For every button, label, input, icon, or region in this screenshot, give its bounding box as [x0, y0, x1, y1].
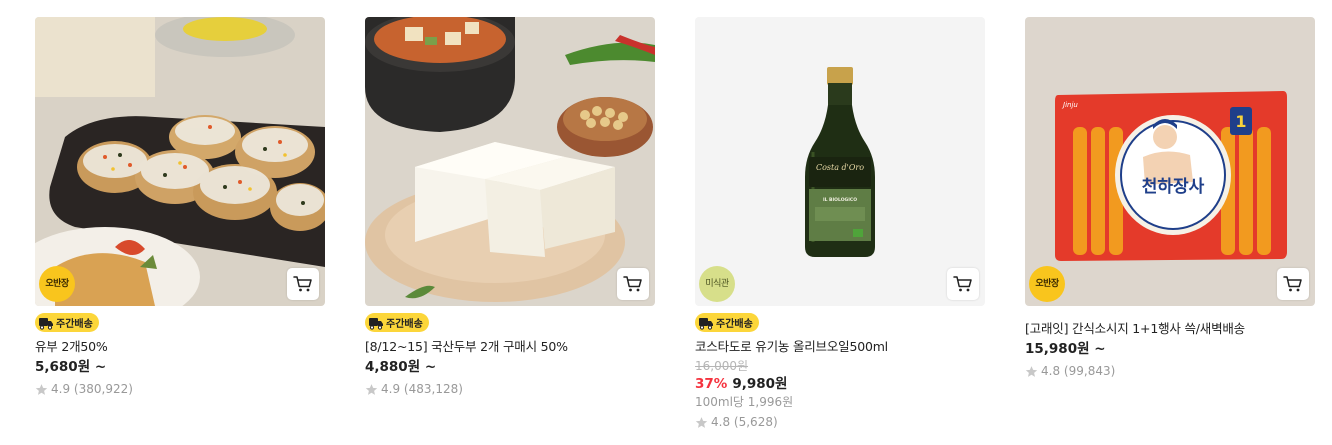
cart-icon: [953, 276, 972, 292]
product-price: 5,680원 ~: [35, 358, 325, 377]
olive-brand-text: Costa d'Oro: [816, 163, 864, 172]
product-price: 4,880원 ~: [365, 358, 655, 377]
review-count: (5,628): [733, 415, 778, 429]
product-image[interactable]: 천하장사 1 Jinju 오반장: [1025, 17, 1315, 306]
truck-icon: [368, 316, 384, 330]
delivery-badge-label: 주간배송: [716, 319, 753, 330]
product-image[interactable]: 오반장: [35, 17, 325, 306]
price-value: 5,680원 ~: [35, 359, 107, 375]
tofu-image: [365, 17, 655, 306]
price-value: 9,980원: [732, 376, 788, 392]
review-count: (380,922): [73, 382, 133, 396]
price-value: 4,880원 ~: [365, 359, 437, 375]
truck-icon: [698, 316, 714, 330]
product-name[interactable]: [8/12~15] 국산두부 2개 구매시 50%: [365, 338, 655, 356]
rating-score: 4.8: [1041, 364, 1061, 378]
star-icon: [365, 383, 378, 396]
product-card[interactable]: 오반장 주간배송 유부 2개50% 5,680원 ~ 4.9 (380,922): [35, 17, 325, 398]
add-to-cart-button[interactable]: [287, 268, 319, 300]
cart-icon: [293, 276, 312, 292]
inari-sushi-image: [35, 17, 325, 306]
product-name[interactable]: [고래잇] 간식소시지 1+1행사 쓱/새벽배송: [1025, 320, 1315, 338]
product-image[interactable]: Costa d'Oro IL BIOLOGICO 미식관: [695, 17, 985, 306]
rating-score: 4.8: [711, 415, 731, 429]
sausage-title-text: 천하장사: [1142, 177, 1205, 197]
cart-icon: [1283, 276, 1302, 292]
product-name[interactable]: 유부 2개50%: [35, 338, 325, 356]
product-price: 37% 9,980원: [695, 375, 985, 394]
sausage-brand-text: Jinju: [1061, 101, 1078, 109]
discount-rate: 37%: [695, 376, 728, 392]
unit-price: 100ml당 1,996원: [695, 395, 794, 409]
star-icon: [35, 383, 48, 396]
truck-icon: [38, 316, 54, 330]
weekly-delivery-badge: 주간배송: [365, 313, 429, 332]
gourmet-hall-badge: 미식관: [699, 266, 735, 302]
delivery-badge-label: 주간배송: [386, 319, 423, 330]
review-count: (483,128): [403, 382, 463, 396]
product-card[interactable]: Costa d'Oro IL BIOLOGICO 미식관 주간배송 코스타도로 …: [695, 17, 985, 431]
olive-label-text: IL BIOLOGICO: [823, 197, 857, 203]
weekly-delivery-badge: 주간배송: [695, 313, 759, 332]
product-rating: 4.8 (5,628): [695, 413, 985, 431]
olive-oil-bottle-image: Costa d'Oro IL BIOLOGICO: [695, 17, 985, 306]
rating-score: 4.9: [51, 382, 71, 396]
original-price: 16,000원: [695, 359, 749, 373]
sausage-pack-image: 천하장사 1 Jinju: [1025, 17, 1315, 306]
review-count: (99,843): [1063, 364, 1116, 378]
weekly-delivery-badge: 주간배송: [35, 313, 99, 332]
product-rating: 4.9 (483,128): [365, 380, 655, 398]
product-name[interactable]: 코스타도로 유기농 올리브오일500ml: [695, 338, 985, 356]
add-to-cart-button[interactable]: [617, 268, 649, 300]
product-rating: 4.8 (99,843): [1025, 362, 1315, 380]
price-value: 15,980원 ~: [1025, 341, 1106, 357]
product-card[interactable]: 주간배송 [8/12~15] 국산두부 2개 구매시 50% 4,880원 ~ …: [365, 17, 655, 398]
badge-spacer: [1025, 313, 1315, 320]
star-icon: [695, 416, 708, 429]
oban-jang-badge: 오반장: [39, 266, 75, 302]
add-to-cart-button[interactable]: [947, 268, 979, 300]
oban-jang-badge: 오반장: [1029, 266, 1065, 302]
product-image[interactable]: [365, 17, 655, 306]
delivery-badge-label: 주간배송: [56, 319, 93, 330]
sausage-rank-text: 1: [1235, 112, 1246, 131]
product-rating: 4.9 (380,922): [35, 380, 325, 398]
product-card[interactable]: 천하장사 1 Jinju 오반장 [고래잇] 간식소시지 1+1행사 쓱/새벽배…: [1025, 17, 1315, 380]
star-icon: [1025, 365, 1038, 378]
add-to-cart-button[interactable]: [1277, 268, 1309, 300]
rating-score: 4.9: [381, 382, 401, 396]
cart-icon: [623, 276, 642, 292]
product-grid: 오반장 주간배송 유부 2개50% 5,680원 ~ 4.9 (380,922)…: [0, 0, 1332, 445]
product-price: 15,980원 ~: [1025, 340, 1315, 359]
